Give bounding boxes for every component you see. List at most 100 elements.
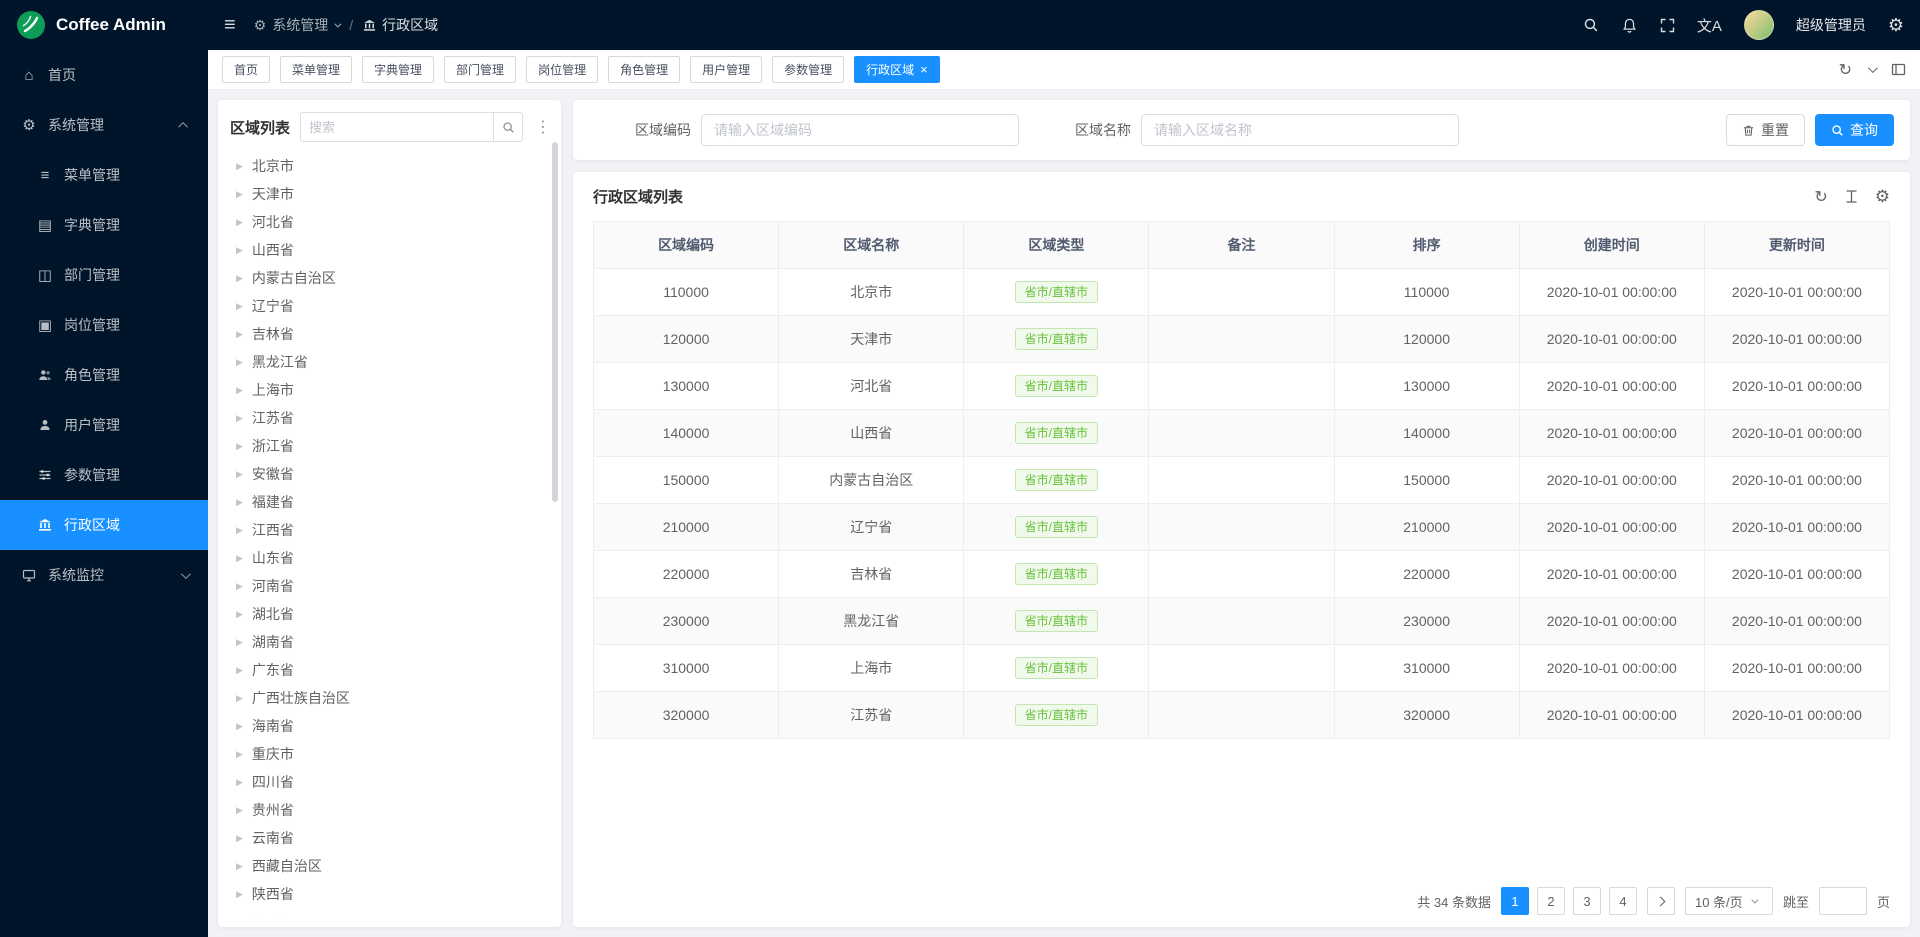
column-header[interactable]: 区域名称 <box>779 222 964 269</box>
tree-expand-icon[interactable]: ▶ <box>236 665 243 676</box>
tree-expand-icon[interactable]: ▶ <box>236 861 243 872</box>
fullscreen-icon[interactable] <box>1660 18 1675 33</box>
sidebar-item-dept-mgmt[interactable]: ◫ 部门管理 <box>0 250 208 300</box>
tab[interactable]: 参数管理 × <box>772 56 844 83</box>
tree-item[interactable]: ▶ 江西省 <box>230 516 549 544</box>
sidebar-item-monitor[interactable]: 系统监控 <box>0 550 208 600</box>
tree-expand-icon[interactable]: ▶ <box>236 469 243 480</box>
tree-item[interactable]: ▶ 福建省 <box>230 488 549 516</box>
tree-item[interactable]: ▶ 天津市 <box>230 180 549 208</box>
tree-item[interactable]: ▶ 山西省 <box>230 236 549 264</box>
tree-search-button[interactable] <box>493 112 523 142</box>
tree-item[interactable]: ▶ 重庆市 <box>230 740 549 768</box>
bell-icon[interactable] <box>1621 17 1638 34</box>
tab-options-chevron-icon[interactable] <box>1868 63 1878 73</box>
translate-icon[interactable]: 文A <box>1697 15 1722 36</box>
tree-expand-icon[interactable]: ▶ <box>236 413 243 424</box>
breadcrumb-item-region[interactable]: 行政区域 <box>363 15 438 35</box>
jump-page-input[interactable] <box>1819 887 1867 915</box>
tree-expand-icon[interactable]: ▶ <box>236 273 243 284</box>
tree-item[interactable]: ▶ 海南省 <box>230 712 549 740</box>
page-button[interactable]: 1 <box>1501 887 1529 915</box>
tree-expand-icon[interactable]: ▶ <box>236 497 243 508</box>
tree-expand-icon[interactable]: ▶ <box>236 721 243 732</box>
settings-gear-icon[interactable]: ⚙ <box>1888 15 1904 36</box>
tree-expand-icon[interactable]: ▶ <box>236 609 243 620</box>
tree-expand-icon[interactable]: ▶ <box>236 777 243 788</box>
tree-item[interactable]: ▶ 云南省 <box>230 824 549 852</box>
tree-expand-icon[interactable]: ▶ <box>236 889 243 900</box>
column-header[interactable]: 区域编码 <box>594 222 779 269</box>
search-icon[interactable] <box>1583 17 1599 33</box>
column-header[interactable]: 排序 <box>1334 222 1519 269</box>
tab[interactable]: 岗位管理 × <box>526 56 598 83</box>
tree-item[interactable]: ▶ 贵州省 <box>230 796 549 824</box>
tree-item[interactable]: ▶ 山东省 <box>230 544 549 572</box>
table-row[interactable]: 220000 吉林省 省市/直辖市 220000 2020-10-01 00:0… <box>594 551 1890 598</box>
gear-icon[interactable]: ⚙ <box>1875 187 1890 207</box>
page-button[interactable]: 2 <box>1537 887 1565 915</box>
table-row[interactable]: 230000 黑龙江省 省市/直辖市 230000 2020-10-01 00:… <box>594 598 1890 645</box>
tree-expand-icon[interactable]: ▶ <box>236 329 243 340</box>
tab[interactable]: 字典管理 × <box>362 56 434 83</box>
tree-item[interactable]: ▶ 江苏省 <box>230 404 549 432</box>
tree-item[interactable]: ▶ 广西壮族自治区 <box>230 684 549 712</box>
tree-item[interactable]: ▶ 黑龙江省 <box>230 348 549 376</box>
tree-expand-icon[interactable]: ▶ <box>236 245 243 256</box>
tree-expand-icon[interactable]: ▶ <box>236 357 243 368</box>
tab[interactable]: 菜单管理 × <box>280 56 352 83</box>
more-options-icon[interactable]: ⋮ <box>533 117 553 137</box>
sidebar-item-system[interactable]: ⚙ 系统管理 <box>0 100 208 150</box>
tree-expand-icon[interactable]: ▶ <box>236 581 243 592</box>
user-name[interactable]: 超级管理员 <box>1796 15 1866 35</box>
query-button[interactable]: 查询 <box>1815 114 1894 146</box>
app-logo[interactable]: Coffee Admin <box>0 0 208 50</box>
sidebar-item-role-mgmt[interactable]: 角色管理 <box>0 350 208 400</box>
tree-item[interactable]: ▶ 上海市 <box>230 376 549 404</box>
breadcrumb-item-system[interactable]: ⚙ 系统管理 <box>254 15 340 35</box>
column-header[interactable]: 创建时间 <box>1519 222 1704 269</box>
refresh-icon[interactable]: ↻ <box>1839 60 1852 80</box>
table-row[interactable]: 320000 江苏省 省市/直辖市 320000 2020-10-01 00:0… <box>594 692 1890 739</box>
region-code-input[interactable] <box>701 114 1019 146</box>
tree-item[interactable]: ▶ 安徽省 <box>230 460 549 488</box>
sidebar-item-region[interactable]: 行政区域 <box>0 500 208 550</box>
table-row[interactable]: 140000 山西省 省市/直辖市 140000 2020-10-01 00:0… <box>594 410 1890 457</box>
table-row[interactable]: 310000 上海市 省市/直辖市 310000 2020-10-01 00:0… <box>594 645 1890 692</box>
column-header[interactable]: 更新时间 <box>1704 222 1889 269</box>
sidebar-item-user-mgmt[interactable]: 用户管理 <box>0 400 208 450</box>
table-row[interactable]: 110000 北京市 省市/直辖市 110000 2020-10-01 00:0… <box>594 269 1890 316</box>
tree-search-input[interactable] <box>300 112 493 142</box>
tree-item[interactable]: ▶ 辽宁省 <box>230 292 549 320</box>
column-settings-icon[interactable] <box>1844 189 1859 204</box>
tree-item[interactable]: ▶ 湖南省 <box>230 628 549 656</box>
tree-item[interactable]: ▶ 河北省 <box>230 208 549 236</box>
sidebar-item-dict-mgmt[interactable]: ▤ 字典管理 <box>0 200 208 250</box>
sidebar-item-param-mgmt[interactable]: 参数管理 <box>0 450 208 500</box>
tab-close-icon[interactable]: × <box>920 63 928 76</box>
page-size-select[interactable]: 10 条/页 <box>1685 887 1773 915</box>
tree-item[interactable]: ▶ 吉林省 <box>230 320 549 348</box>
tab[interactable]: 角色管理 × <box>608 56 680 83</box>
table-row[interactable]: 130000 河北省 省市/直辖市 130000 2020-10-01 00:0… <box>594 363 1890 410</box>
column-header[interactable]: 备注 <box>1149 222 1334 269</box>
page-button[interactable]: 4 <box>1609 887 1637 915</box>
sidebar-item-home[interactable]: ⌂ 首页 <box>0 50 208 100</box>
tab[interactable]: 部门管理 × <box>444 56 516 83</box>
tree-expand-icon[interactable]: ▶ <box>236 553 243 564</box>
tree-item[interactable]: ▶ 广东省 <box>230 656 549 684</box>
content-fullscreen-icon[interactable] <box>1891 62 1906 77</box>
tree-item[interactable]: ▶ 甘肃省 <box>230 908 549 915</box>
tree-item[interactable]: ▶ 湖北省 <box>230 600 549 628</box>
tree-expand-icon[interactable]: ▶ <box>236 385 243 396</box>
tree-expand-icon[interactable]: ▶ <box>236 217 243 228</box>
tab[interactable]: 行政区域 × <box>854 56 940 83</box>
table-row[interactable]: 120000 天津市 省市/直辖市 120000 2020-10-01 00:0… <box>594 316 1890 363</box>
collapse-menu-icon[interactable]: ≡ <box>224 15 236 35</box>
table-row[interactable]: 150000 内蒙古自治区 省市/直辖市 150000 2020-10-01 0… <box>594 457 1890 504</box>
tree-expand-icon[interactable]: ▶ <box>236 189 243 200</box>
sidebar-item-menu-mgmt[interactable]: ≡ 菜单管理 <box>0 150 208 200</box>
tree-expand-icon[interactable]: ▶ <box>236 749 243 760</box>
tree-item[interactable]: ▶ 四川省 <box>230 768 549 796</box>
column-header[interactable]: 区域类型 <box>964 222 1149 269</box>
